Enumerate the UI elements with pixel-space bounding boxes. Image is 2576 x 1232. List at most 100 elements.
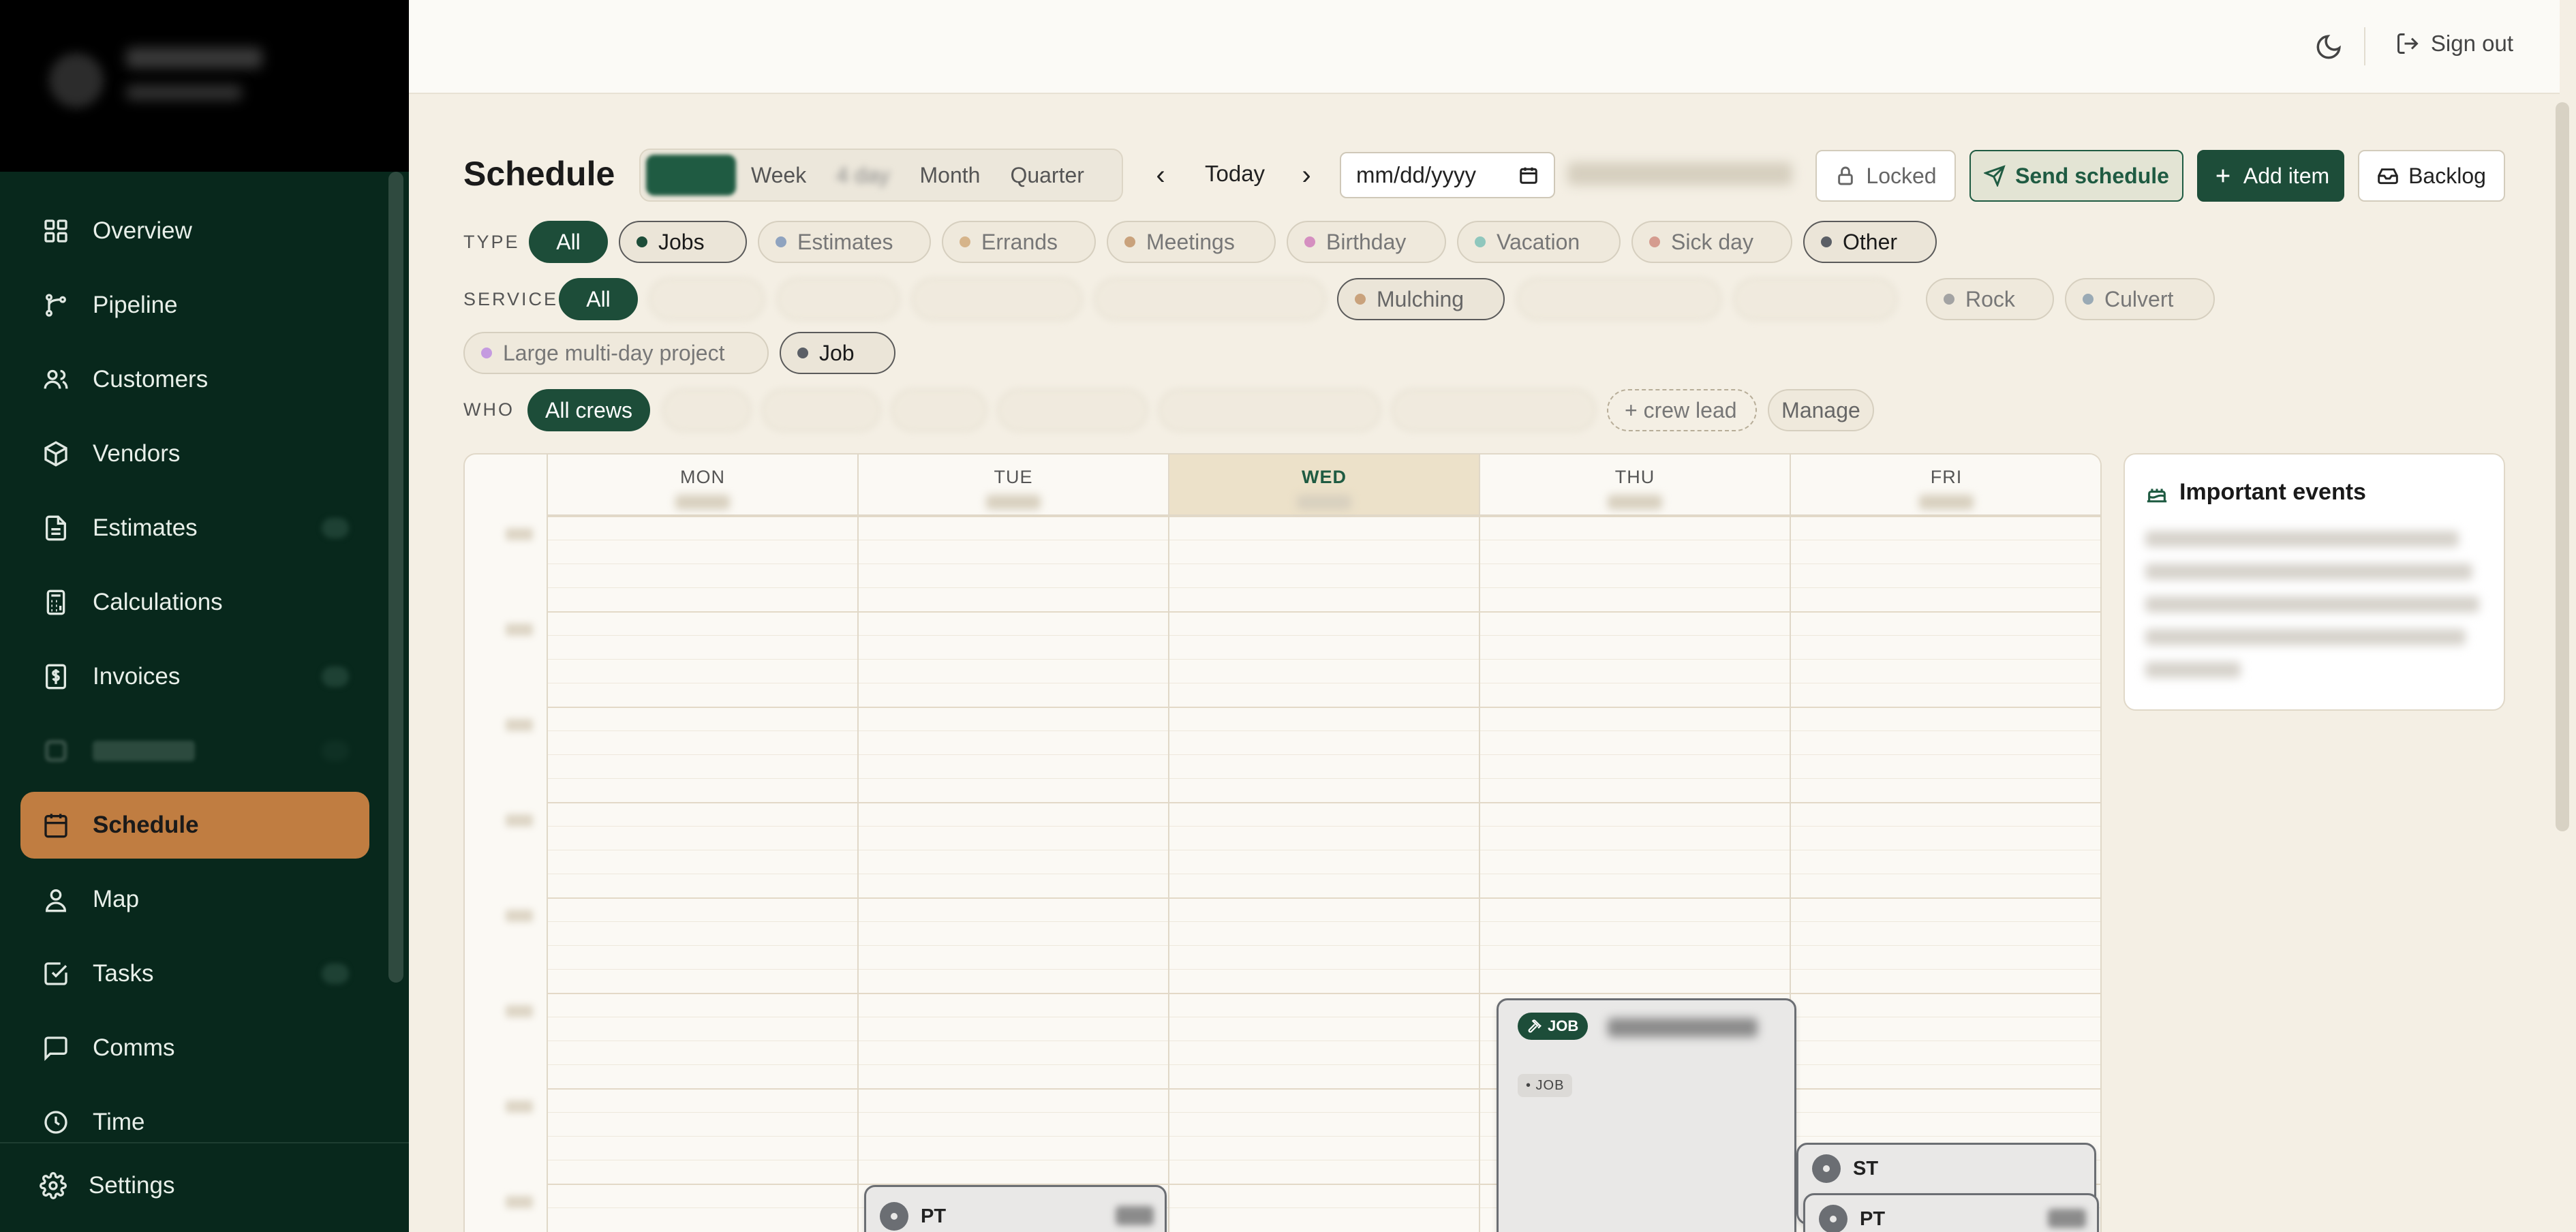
service-chip-blurred[interactable] bbox=[649, 278, 765, 320]
service-chip-blurred[interactable] bbox=[777, 278, 900, 320]
send-schedule-button[interactable]: Send schedule bbox=[1969, 150, 2183, 202]
type-chip-birthday[interactable]: Birthday bbox=[1287, 221, 1446, 263]
sign-out-button[interactable]: Sign out bbox=[2395, 31, 2513, 57]
service-chip-blurred[interactable] bbox=[912, 278, 1082, 320]
sidebar-item-schedule[interactable]: Schedule bbox=[20, 792, 369, 859]
backlog-button[interactable]: Backlog bbox=[2358, 150, 2505, 202]
service-chip-mulching[interactable]: Mulching bbox=[1337, 278, 1505, 320]
color-dot bbox=[1304, 236, 1315, 247]
event-row: PT bbox=[1819, 1205, 1885, 1232]
sidebar-item-estimates[interactable]: Estimates bbox=[20, 495, 369, 561]
view-option-quarter[interactable]: Quarter bbox=[995, 155, 1099, 196]
brand-area[interactable] bbox=[0, 0, 409, 172]
view-option-week[interactable]: Week bbox=[736, 155, 821, 196]
view-switcher: Day Week 4 day Month Quarter bbox=[639, 149, 1123, 202]
type-chip-other[interactable]: Other bbox=[1803, 221, 1937, 263]
job-event-card[interactable]: JOB • JOB bbox=[1497, 998, 1796, 1232]
important-events-text-blurred bbox=[2145, 662, 2241, 678]
service-chip-large-multi-day-project[interactable]: Large multi-day project bbox=[463, 332, 769, 374]
crew-chip-blurred[interactable] bbox=[762, 389, 880, 431]
type-chip-meetings[interactable]: Meetings bbox=[1107, 221, 1276, 263]
type-chip-estimates[interactable]: Estimates bbox=[758, 221, 931, 263]
sidebar-scrollbar[interactable] bbox=[388, 172, 403, 983]
service-chip-culvert[interactable]: Culvert bbox=[2065, 278, 2215, 320]
moon-icon bbox=[2316, 35, 2341, 59]
chip-label: Jobs bbox=[658, 229, 705, 254]
service-chip-rock[interactable]: Rock bbox=[1926, 278, 2054, 320]
crew-chip-blurred[interactable] bbox=[891, 389, 987, 431]
type-chip-all[interactable]: All bbox=[529, 221, 608, 263]
day-date-blurred bbox=[1608, 495, 1662, 510]
view-option-active[interactable]: Day bbox=[646, 155, 736, 196]
crew-chip-blurred[interactable] bbox=[1392, 389, 1596, 431]
sidebar-item-pipeline[interactable]: Pipeline bbox=[20, 272, 369, 339]
checkbox-icon bbox=[44, 962, 67, 985]
pipeline-icon bbox=[46, 294, 66, 317]
event-card[interactable]: PT bbox=[1803, 1193, 2099, 1232]
dollar-icon bbox=[46, 664, 66, 690]
event-card[interactable]: PT bbox=[864, 1185, 1167, 1232]
chip-label: Other bbox=[1843, 229, 1898, 254]
sidebar-item-blurred[interactable] bbox=[20, 718, 369, 784]
type-chip-sick-day[interactable]: Sick day bbox=[1631, 221, 1792, 263]
sidebar-item-map[interactable]: Map bbox=[20, 866, 369, 933]
type-chip-jobs[interactable]: Jobs bbox=[619, 221, 747, 263]
theme-toggle-button[interactable] bbox=[2314, 33, 2343, 61]
sidebar-divider bbox=[0, 1142, 409, 1143]
event-avatar bbox=[1819, 1205, 1847, 1232]
crew-chip-blurred[interactable] bbox=[1159, 389, 1381, 431]
type-chip-errands[interactable]: Errands bbox=[942, 221, 1096, 263]
manage-crews-button[interactable]: Manage bbox=[1768, 389, 1874, 431]
previous-button[interactable]: ‹ bbox=[1144, 158, 1178, 192]
view-option-month[interactable]: Month bbox=[905, 155, 996, 196]
date-input[interactable]: mm/dd/yyyy bbox=[1340, 152, 1555, 198]
calendar-icon bbox=[1520, 167, 1537, 184]
service-chip-blurred[interactable] bbox=[1094, 278, 1326, 320]
view-option-blurred[interactable]: 4 day bbox=[821, 155, 904, 196]
day-name: THU bbox=[1614, 467, 1655, 487]
sidebar-item-comms[interactable]: Comms bbox=[20, 1015, 369, 1081]
color-dot bbox=[2083, 294, 2094, 305]
map-pin-icon bbox=[45, 889, 67, 912]
sidebar-item-label: Vendors bbox=[93, 440, 181, 467]
chip-label: Sick day bbox=[1671, 229, 1753, 254]
locked-label: Locked bbox=[1866, 163, 1937, 188]
chip-label: Birthday bbox=[1326, 229, 1407, 254]
sidebar-item-invoices[interactable]: Invoices bbox=[20, 643, 369, 710]
type-chip-vacation[interactable]: Vacation bbox=[1457, 221, 1621, 263]
today-button[interactable]: Today bbox=[1205, 161, 1265, 187]
add-item-button[interactable]: Add item bbox=[2197, 150, 2344, 202]
sidebar-item-time[interactable]: Time bbox=[20, 1089, 369, 1156]
sidebar-item-calculations[interactable]: Calculations bbox=[20, 569, 369, 636]
brand-subtitle-blurred bbox=[126, 85, 242, 100]
sidebar-item-customers[interactable]: Customers bbox=[20, 346, 369, 413]
day-column-wed[interactable]: WED bbox=[1169, 455, 1480, 1232]
event-avatar bbox=[1812, 1154, 1841, 1183]
day-header-today: WED bbox=[1169, 455, 1479, 516]
important-events-panel: Important events bbox=[2123, 453, 2505, 711]
day-column-mon[interactable]: MON bbox=[548, 455, 859, 1232]
brand-name-blurred bbox=[126, 48, 262, 68]
locked-button[interactable]: Locked bbox=[1815, 150, 1956, 202]
event-service-tag: • JOB bbox=[1518, 1074, 1573, 1097]
crew-chip-blurred[interactable] bbox=[662, 389, 751, 431]
day-column-fri[interactable]: FRI bbox=[1791, 455, 2100, 1232]
add-crew-lead-button[interactable]: + crew lead bbox=[1607, 389, 1757, 431]
service-chip-blurred[interactable] bbox=[1517, 278, 1721, 320]
day-column-tue[interactable]: TUE bbox=[859, 455, 1169, 1232]
next-button[interactable]: › bbox=[1289, 158, 1323, 192]
service-chip-all[interactable]: All bbox=[559, 278, 638, 320]
color-dot bbox=[1649, 236, 1660, 247]
crew-chip-blurred[interactable] bbox=[998, 389, 1148, 431]
sidebar-item-vendors[interactable]: Vendors bbox=[20, 420, 369, 487]
sidebar-item-overview[interactable]: Overview bbox=[20, 198, 369, 264]
sidebar-item-tasks[interactable]: Tasks bbox=[20, 940, 369, 1007]
crew-chip-all[interactable]: All crews bbox=[527, 389, 650, 431]
color-dot bbox=[637, 236, 647, 247]
service-chip-job[interactable]: Job bbox=[780, 332, 895, 374]
date-range-blurred bbox=[1567, 162, 1792, 185]
page-scrollbar[interactable] bbox=[2556, 102, 2569, 831]
hammer-icon bbox=[1528, 1019, 1542, 1033]
service-chip-blurred[interactable] bbox=[1734, 278, 1897, 320]
sidebar-item-settings[interactable]: Settings bbox=[40, 1172, 174, 1199]
